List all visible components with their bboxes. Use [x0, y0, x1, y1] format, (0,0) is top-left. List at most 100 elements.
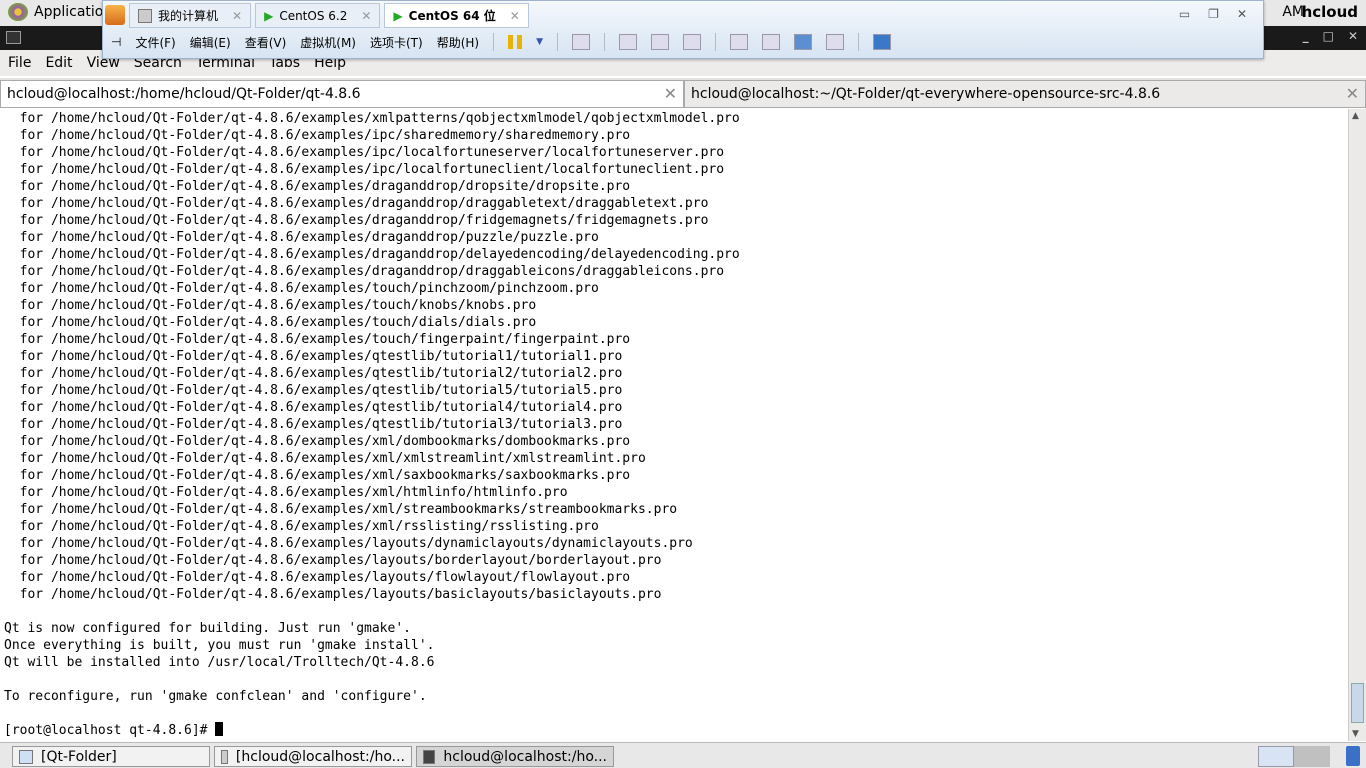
task-label: [hcloud@localhost:/ho...: [235, 748, 405, 765]
terminal-line: for /home/hcloud/Qt-Folder/qt-4.8.6/exam…: [4, 281, 599, 296]
divider: [604, 33, 605, 51]
divider: [557, 33, 558, 51]
maximize-button[interactable]: □: [1323, 29, 1334, 43]
terminal-line: for /home/hcloud/Qt-Folder/qt-4.8.6/exam…: [4, 162, 725, 177]
task-label: hcloud@localhost:/ho...: [443, 748, 607, 765]
menu-edit[interactable]: Edit: [45, 55, 72, 71]
vm-menu-vm[interactable]: 虚拟机(M): [300, 34, 356, 51]
scroll-up-icon[interactable]: ▲: [1352, 111, 1359, 121]
close-icon[interactable]: ✕: [361, 9, 371, 23]
vm-play-icon: ▶: [393, 8, 403, 23]
computer-icon: [138, 8, 152, 23]
user-menu[interactable]: hcloud: [1302, 3, 1358, 21]
workspace-1[interactable]: [1258, 746, 1294, 767]
terminal-line: for /home/hcloud/Qt-Folder/qt-4.8.6/exam…: [4, 196, 709, 211]
vm-close-button[interactable]: ✕: [1237, 7, 1247, 21]
divider: [493, 33, 495, 51]
thumbnail-icon[interactable]: [762, 34, 780, 50]
scrollbar[interactable]: ▲ ▼: [1348, 109, 1366, 741]
vmware-home-icon[interactable]: [105, 5, 125, 25]
terminal-line: Qt will be installed into /usr/local/Tro…: [4, 655, 435, 670]
vm-restore-button[interactable]: ❐: [1208, 7, 1219, 21]
vm-menu-view[interactable]: 查看(V): [245, 34, 287, 51]
terminal-line: for /home/hcloud/Qt-Folder/qt-4.8.6/exam…: [4, 468, 631, 483]
taskbar-item-folder[interactable]: [Qt-Folder]: [12, 746, 210, 767]
terminal-line: for /home/hcloud/Qt-Folder/qt-4.8.6/exam…: [4, 383, 623, 398]
terminal-line: for /home/hcloud/Qt-Folder/qt-4.8.6/exam…: [4, 128, 631, 143]
scrollbar-thumb[interactable]: [1351, 683, 1364, 723]
tab-label: 我的计算机: [158, 9, 219, 23]
terminal-line: for /home/hcloud/Qt-Folder/qt-4.8.6/exam…: [4, 247, 740, 262]
prompt-line: [root@localhost qt-4.8.6]#: [4, 722, 1344, 739]
tab-label: CentOS 6.2: [279, 8, 348, 23]
sidebar-icon[interactable]: [730, 34, 748, 50]
revert-snapshot-icon[interactable]: [651, 34, 669, 50]
terminal-line: for /home/hcloud/Qt-Folder/qt-4.8.6/exam…: [4, 400, 623, 415]
terminal-line: for /home/hcloud/Qt-Folder/qt-4.8.6/exam…: [4, 434, 631, 449]
pin-icon[interactable]: ⊣: [111, 35, 121, 49]
network-icon[interactable]: [572, 34, 590, 50]
terminal-line: for /home/hcloud/Qt-Folder/qt-4.8.6/exam…: [4, 145, 725, 160]
folder-icon: [19, 749, 33, 764]
vm-minimize-button[interactable]: ▭: [1179, 7, 1190, 21]
applications-label: Applicatio: [34, 4, 104, 20]
close-icon[interactable]: ✕: [1346, 84, 1359, 103]
minimize-button[interactable]: _: [1303, 29, 1309, 43]
terminal-line: for /home/hcloud/Qt-Folder/qt-4.8.6/exam…: [4, 553, 662, 568]
shell-prompt: [root@localhost qt-4.8.6]#: [4, 723, 216, 738]
terminal-line: for /home/hcloud/Qt-Folder/qt-4.8.6/exam…: [4, 417, 623, 432]
close-icon[interactable]: ✕: [510, 9, 520, 23]
terminal-line: for /home/hcloud/Qt-Folder/qt-4.8.6/exam…: [4, 587, 662, 602]
vm-tab-my-computer[interactable]: 我的计算机 ✕: [129, 3, 252, 28]
terminal-line: Qt is now configured for building. Just …: [4, 621, 411, 636]
gnome-foot-icon: [8, 3, 28, 21]
terminal-line: for /home/hcloud/Qt-Folder/qt-4.8.6/exam…: [4, 451, 646, 466]
terminal-output[interactable]: for /home/hcloud/Qt-Folder/qt-4.8.6/exam…: [0, 109, 1348, 741]
vm-menu-file[interactable]: 文件(F): [135, 34, 175, 51]
text-cursor: [215, 722, 224, 736]
vm-menu-help[interactable]: 帮助(H): [437, 34, 479, 51]
terminal-line: for /home/hcloud/Qt-Folder/qt-4.8.6/exam…: [4, 349, 623, 364]
vmware-toolbar: 我的计算机 ✕ ▶ CentOS 6.2 ✕ ▶ CentOS 64 位 ✕ ▭ ❐ ✕ ⊣ …: [102, 0, 1264, 59]
terminal-line: for /home/hcloud/Qt-Folder/qt-4.8.6/exam…: [4, 366, 623, 381]
terminal-line: for /home/hcloud/Qt-Folder/qt-4.8.6/exam…: [4, 570, 631, 585]
terminal-line: for /home/hcloud/Qt-Folder/qt-4.8.6/exam…: [4, 332, 631, 347]
terminal-tab-qt-src[interactable]: hcloud@localhost:~/Qt-Folder/qt-everywhe…: [684, 80, 1366, 107]
snapshot-icon[interactable]: [619, 34, 637, 50]
taskbar-item-terminal-1[interactable]: [hcloud@localhost:/ho...: [214, 746, 412, 767]
close-button[interactable]: ✕: [1348, 29, 1358, 43]
taskbar: [Qt-Folder] [hcloud@localhost:/ho... hcl…: [0, 742, 1366, 768]
divider: [715, 33, 716, 51]
vm-tab-centos62[interactable]: ▶ CentOS 6.2 ✕: [255, 3, 381, 28]
close-icon[interactable]: ✕: [232, 9, 242, 23]
menu-file[interactable]: File: [8, 55, 31, 71]
vm-menu-edit[interactable]: 编辑(E): [190, 34, 231, 51]
terminal-line: for /home/hcloud/Qt-Folder/qt-4.8.6/exam…: [4, 264, 725, 279]
terminal-tab-qt[interactable]: hcloud@localhost:/home/hcloud/Qt-Folder/…: [0, 80, 684, 107]
vm-tab-centos64[interactable]: ▶ CentOS 64 位 ✕: [384, 3, 529, 28]
vm-play-icon: ▶: [264, 8, 274, 23]
terminal-line: To reconfigure, run 'gmake confclean' an…: [4, 689, 427, 704]
console-view-icon[interactable]: [873, 34, 891, 50]
terminal-icon: [423, 749, 436, 764]
terminal-line: for /home/hcloud/Qt-Folder/qt-4.8.6/exam…: [4, 502, 678, 517]
close-icon[interactable]: ✕: [664, 84, 677, 103]
vm-menu-tabs[interactable]: 选项卡(T): [370, 34, 423, 51]
taskbar-item-terminal-2[interactable]: hcloud@localhost:/ho...: [416, 746, 614, 767]
workspace-switcher[interactable]: [1258, 746, 1330, 767]
scroll-down-icon[interactable]: ▼: [1352, 729, 1359, 739]
chevron-down-icon[interactable]: ▼: [536, 37, 543, 47]
trash-icon[interactable]: [1346, 746, 1360, 766]
task-label: [Qt-Folder]: [41, 748, 117, 765]
fullscreen-icon[interactable]: [794, 34, 812, 50]
snapshot-manager-icon[interactable]: [683, 34, 701, 50]
terminal-tabbar: hcloud@localhost:/home/hcloud/Qt-Folder/…: [0, 78, 1366, 108]
terminal-line: for /home/hcloud/Qt-Folder/qt-4.8.6/exam…: [4, 213, 709, 228]
applications-menu[interactable]: Applicatio: [8, 3, 103, 21]
pause-icon[interactable]: [508, 35, 523, 49]
terminal-line: for /home/hcloud/Qt-Folder/qt-4.8.6/exam…: [4, 111, 740, 126]
unity-icon[interactable]: [826, 34, 844, 50]
